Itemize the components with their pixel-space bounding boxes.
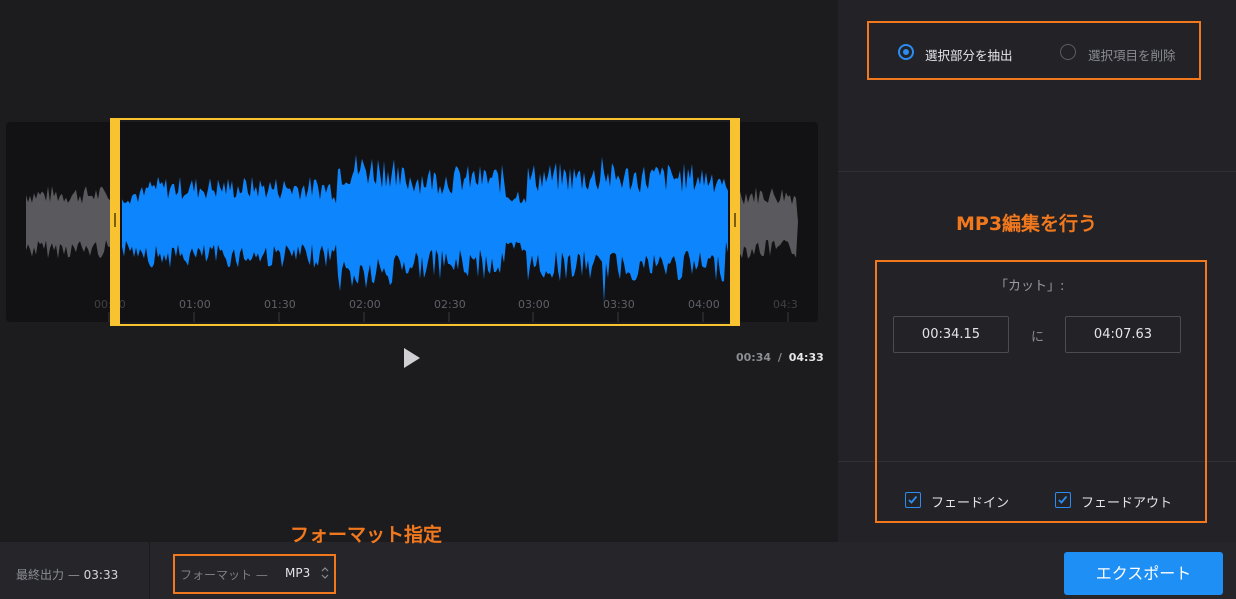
final-output-label: 最終出力 — — [16, 568, 80, 582]
tick-label: 04:3 — [773, 298, 798, 311]
radio-extract[interactable] — [898, 44, 914, 60]
selection-start-handle[interactable] — [110, 118, 120, 326]
cut-title: 「カット」: — [995, 279, 1065, 294]
final-output: 最終出力 — 03:33 — [16, 566, 118, 583]
cut-end-input[interactable]: 04:07.63 — [1065, 316, 1181, 353]
radio-delete-label[interactable]: 選択項目を削除 — [1088, 45, 1176, 64]
radio-delete[interactable] — [1060, 44, 1076, 60]
fade-in-label[interactable]: フェードイン — [931, 492, 1009, 511]
radio-extract-label[interactable]: 選択部分を抽出 — [925, 45, 1013, 64]
check-icon — [1058, 495, 1068, 504]
cut-connector: に — [1031, 330, 1045, 345]
fade-in-checkbox[interactable] — [905, 492, 921, 508]
final-output-value: 03:33 — [83, 568, 119, 582]
time-separator: / — [777, 351, 782, 364]
selection-range[interactable] — [110, 118, 740, 326]
export-button[interactable]: エクスポート — [1064, 552, 1223, 595]
fade-out-checkbox[interactable] — [1055, 492, 1071, 508]
fade-out-label[interactable]: フェードアウト — [1081, 492, 1172, 511]
divider — [149, 542, 150, 599]
cut-start-input[interactable]: 00:34.15 — [893, 316, 1009, 353]
edit-annotation: MP3編集を行う — [956, 213, 1098, 235]
play-icon[interactable] — [400, 344, 424, 372]
divider — [838, 171, 1236, 172]
total-time: 04:33 — [788, 351, 824, 364]
format-label: フォーマット — — [180, 568, 268, 582]
cut-annotation-box — [875, 260, 1207, 523]
format-value[interactable]: MP3 — [285, 566, 310, 580]
current-time: 00:34 — [736, 351, 772, 364]
check-icon — [908, 495, 918, 504]
waveform-shape — [26, 186, 110, 259]
updown-chevron-icon[interactable] — [321, 566, 329, 580]
selection-end-handle[interactable] — [730, 118, 740, 326]
format-annotation: フォーマット指定 — [290, 524, 443, 546]
waveform-shape — [740, 187, 798, 259]
time-display: 00:34 / 04:33 — [736, 351, 824, 364]
